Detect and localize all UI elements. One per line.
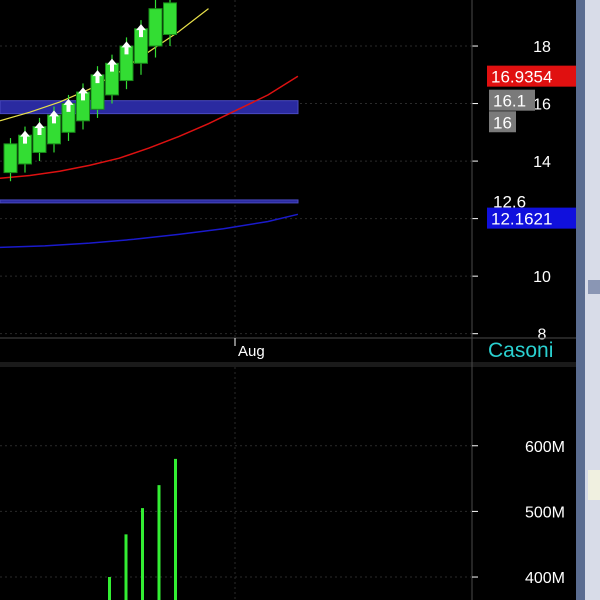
price-label-text: 16 [493,113,512,132]
candle-body [3,143,18,174]
price-label-text: 16.1 [493,92,526,111]
volume-tick-label: 400M [525,570,565,587]
right-side-panel[interactable] [576,0,600,600]
price-tick-label: 18 [533,39,551,56]
volume-tick-label: 500M [525,504,565,521]
volume-bar [174,458,177,600]
volume-tick-label: 600M [525,439,565,456]
volume-bar [141,508,144,600]
price-label: 16.9354 [487,65,576,87]
price-label-text: 16.9354 [491,68,552,87]
support-band [0,199,299,204]
watermark: Casoni [488,339,553,362]
price-label: 12.1621 [487,207,576,229]
price-tick-label: 16 [533,97,551,114]
x-tick-aug: Aug [238,343,265,360]
price-label-text: 12.1621 [491,210,552,229]
volume-bar [108,577,111,600]
candle-body [163,2,177,36]
volume-bar [124,534,128,600]
pane-separator[interactable] [0,362,576,367]
candle-body [148,8,163,47]
price-tick-label: 14 [533,154,551,171]
price-label: 16 [489,111,516,132]
price-tick-label: 10 [533,269,551,286]
volume-bar [157,485,161,600]
price-label: 16.1 [489,89,535,111]
stock-chart: 81012141618 16.935416.11612.612.1621 Aug… [0,0,600,600]
